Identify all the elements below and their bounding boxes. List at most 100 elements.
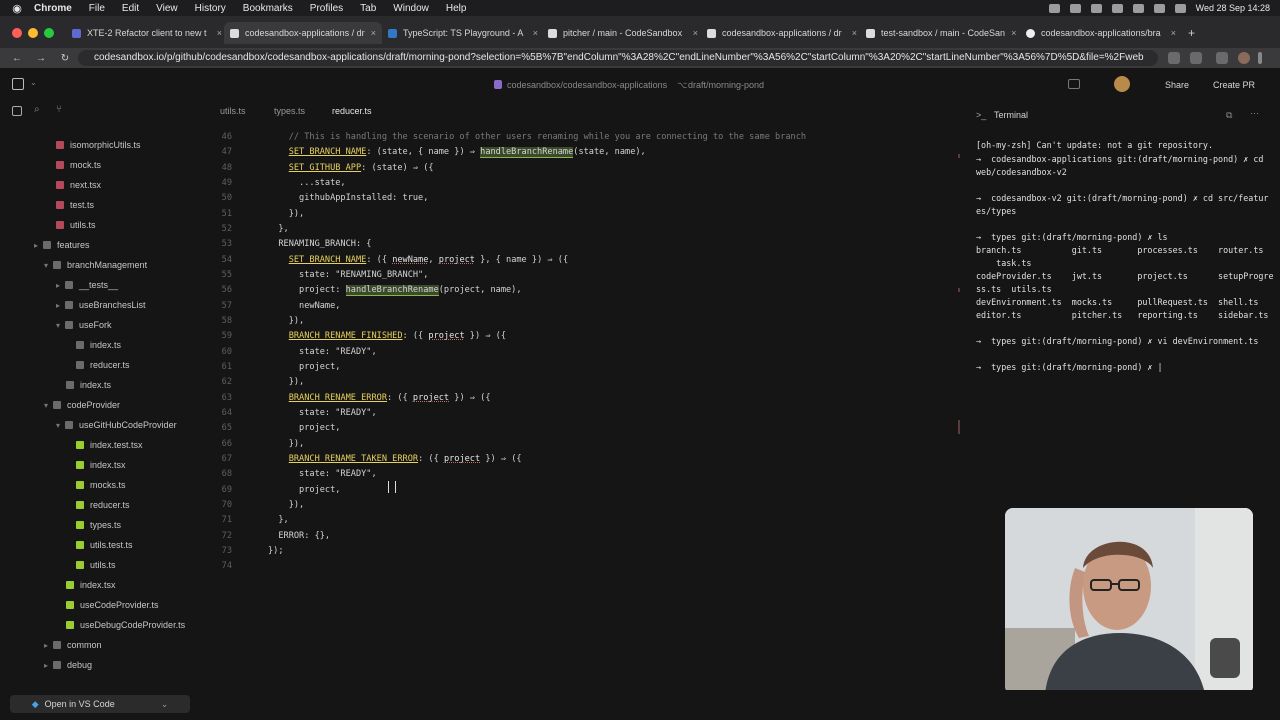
close-tab-icon[interactable]: × [211, 28, 222, 38]
tree-file[interactable]: test.ts [56, 196, 94, 214]
tree-folder[interactable]: ▾ branchManagement [44, 256, 147, 274]
url-input[interactable]: codesandbox.io/p/github/codesandbox/code… [78, 50, 1158, 66]
branch-name[interactable]: draft/morning-pond [688, 80, 764, 90]
back-icon[interactable]: ← [10, 53, 24, 64]
new-tab-icon[interactable]: + [1188, 26, 1195, 40]
close-tab-icon[interactable]: × [1165, 28, 1176, 38]
tree-folder[interactable]: ▸ debug [44, 656, 92, 674]
kebab-menu-icon[interactable] [1258, 52, 1262, 64]
profile-avatar[interactable] [1238, 52, 1250, 64]
search-icon[interactable] [1153, 3, 1165, 13]
menu-profiles[interactable]: Profiles [310, 3, 343, 14]
bookmark-star-icon[interactable] [1190, 52, 1202, 64]
tree-file[interactable]: index.tsx [76, 456, 126, 474]
tree-folder[interactable]: ▾ useGitHubCodeProvider [56, 416, 177, 434]
search-icon[interactable]: ⌕ [34, 104, 40, 115]
browser-tab[interactable]: XTE-2 Refactor client to new t × [72, 24, 222, 42]
close-window-icon[interactable] [12, 28, 22, 38]
menu-app-name[interactable]: Chrome [34, 3, 72, 14]
preview-icon[interactable] [1068, 79, 1080, 89]
tree-file[interactable]: isomorphicUtils.ts [56, 136, 141, 154]
browser-tab[interactable]: pitcher / main - CodeSandbox × [548, 24, 698, 42]
tree-file[interactable]: reducer.ts [76, 496, 130, 514]
tree-file[interactable]: utils.test.ts [76, 536, 133, 554]
menu-tab[interactable]: Tab [360, 3, 376, 14]
close-tab-icon[interactable]: × [365, 28, 376, 38]
tree-file[interactable]: index.tsx [66, 576, 116, 594]
browser-tab[interactable]: test-sandbox / main - CodeSan × [866, 24, 1016, 42]
codesandbox-logo-icon[interactable] [12, 78, 24, 90]
code-text: state: "READY", [268, 469, 377, 480]
typescript-file-icon [76, 461, 84, 469]
tree-folder[interactable]: ▸ __tests__ [56, 276, 118, 294]
tree-file[interactable]: mock.ts [56, 156, 101, 174]
editor-tab-active[interactable]: reducer.ts [332, 106, 372, 116]
tree-file[interactable]: mocks.ts [76, 476, 126, 494]
battery-icon[interactable] [1132, 3, 1144, 13]
repo-name[interactable]: codesandbox/codesandbox-applications [507, 80, 667, 90]
record-icon[interactable] [1048, 3, 1060, 13]
chevron-down-icon[interactable]: ⌄ [30, 78, 37, 87]
clock[interactable]: Wed 28 Sep 14:28 [1196, 3, 1270, 13]
close-tab-icon[interactable]: × [846, 28, 857, 38]
reload-icon[interactable]: ↻ [58, 53, 72, 64]
tree-file[interactable]: utils.ts [56, 216, 96, 234]
vscode-icon: ◆ [31, 698, 39, 709]
editor-tab[interactable]: types.ts [274, 106, 305, 116]
globe-icon[interactable] [1090, 3, 1102, 13]
close-tab-icon[interactable]: × [527, 28, 538, 38]
apple-icon[interactable]: ◉ [0, 2, 34, 15]
terminal-title[interactable]: Terminal [994, 110, 1028, 120]
close-tab-icon[interactable]: × [687, 28, 698, 38]
git-icon[interactable]: ⑂ [56, 104, 62, 115]
more-icon[interactable]: ⋯ [1250, 108, 1259, 119]
browser-tab[interactable]: codesandbox-applications/bra × [1026, 24, 1176, 42]
menu-history[interactable]: History [195, 3, 226, 14]
wifi-icon[interactable] [1111, 3, 1123, 13]
menu-edit[interactable]: Edit [122, 3, 139, 14]
menu-window[interactable]: Window [393, 3, 429, 14]
tree-file[interactable]: types.ts [76, 516, 121, 534]
files-icon[interactable] [12, 106, 22, 116]
forward-icon[interactable]: → [34, 53, 48, 64]
tree-file[interactable]: reducer.ts [76, 356, 130, 374]
create-pr-button[interactable]: Create PR [1213, 80, 1255, 90]
sidepanel-icon[interactable] [1216, 52, 1228, 64]
line-number: 62 [221, 377, 232, 388]
terminal-line: → types git:(draft/morning-pond) ✗ vi de… [976, 336, 1259, 346]
warning-icon[interactable] [1069, 3, 1081, 13]
share-page-icon[interactable] [1168, 52, 1180, 64]
tree-file[interactable]: index.test.tsx [76, 436, 143, 454]
editor-tab[interactable]: utils.ts [220, 106, 246, 116]
menu-file[interactable]: File [89, 3, 105, 14]
menu-help[interactable]: Help [446, 3, 467, 14]
split-icon[interactable]: ⧉ [1226, 110, 1232, 121]
browser-tab-active[interactable]: codesandbox-applications / dr × [224, 22, 382, 44]
maximize-window-icon[interactable] [44, 28, 54, 38]
code-text: }); [268, 545, 284, 556]
open-in-vscode-button[interactable]: ◆ Open in VS Code ⌄ [10, 695, 190, 713]
tree-file[interactable]: useDebugCodeProvider.ts [66, 616, 185, 634]
tree-folder[interactable]: ▸ features [34, 236, 90, 254]
tree-item-label: debug [67, 660, 93, 670]
tree-file[interactable]: useCodeProvider.ts [66, 596, 159, 614]
share-button[interactable]: Share [1165, 80, 1189, 90]
tree-item-label: index.tsx [90, 460, 126, 470]
tree-folder[interactable]: ▸ useBranchesList [56, 296, 146, 314]
control-center-icon[interactable] [1174, 3, 1186, 13]
tree-file[interactable]: utils.ts [76, 556, 116, 574]
tree-file[interactable]: index.ts [66, 376, 111, 394]
browser-tab[interactable]: TypeScript: TS Playground - A × [388, 24, 538, 42]
menu-bookmarks[interactable]: Bookmarks [243, 3, 293, 14]
avatar[interactable] [1114, 76, 1130, 92]
terminal-line: editor.ts pitcher.ts reporting.ts sideba… [976, 310, 1269, 320]
tree-folder[interactable]: ▸ common [44, 636, 102, 654]
tree-folder[interactable]: ▾ useFork [56, 316, 112, 334]
browser-tab[interactable]: codesandbox-applications / dr × [707, 24, 857, 42]
minimize-window-icon[interactable] [28, 28, 38, 38]
tree-file[interactable]: next.tsx [56, 176, 101, 194]
menu-view[interactable]: View [156, 3, 178, 14]
tree-folder[interactable]: ▾ codeProvider [44, 396, 120, 414]
tree-file[interactable]: index.ts [76, 336, 121, 354]
close-tab-icon[interactable]: × [1005, 28, 1016, 38]
